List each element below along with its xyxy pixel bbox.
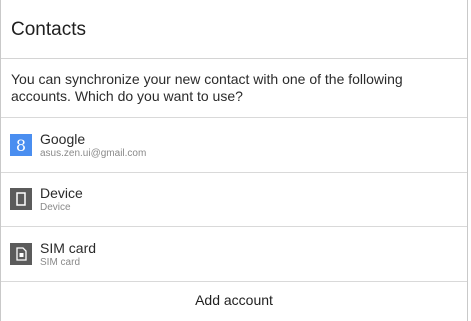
add-account-button[interactable]: Add account — [1, 283, 467, 317]
dialog-header: Contacts — [1, 0, 467, 59]
dialog-message: You can synchronize your new contact wit… — [11, 71, 403, 104]
google-icon: 8 — [10, 134, 32, 156]
account-detail: asus.zen.ui@gmail.com — [40, 148, 147, 159]
svg-text:8: 8 — [16, 136, 26, 155]
account-option-device[interactable]: Device Device — [1, 172, 467, 227]
dialog-title: Contacts — [11, 19, 86, 40]
sim-card-icon — [10, 243, 32, 265]
account-name: Google — [40, 131, 86, 147]
account-chooser-dialog: Contacts You can synchronize your new co… — [0, 0, 468, 321]
account-name: SIM card — [40, 240, 97, 256]
account-option-google[interactable]: 8 Google asus.zen.ui@gmail.com — [1, 117, 467, 173]
account-name: Device — [40, 185, 83, 201]
account-detail: SIM card — [40, 257, 81, 268]
account-detail: Device — [40, 202, 71, 213]
account-option-sim-card[interactable]: SIM card SIM card — [1, 227, 467, 282]
device-icon — [10, 188, 32, 210]
